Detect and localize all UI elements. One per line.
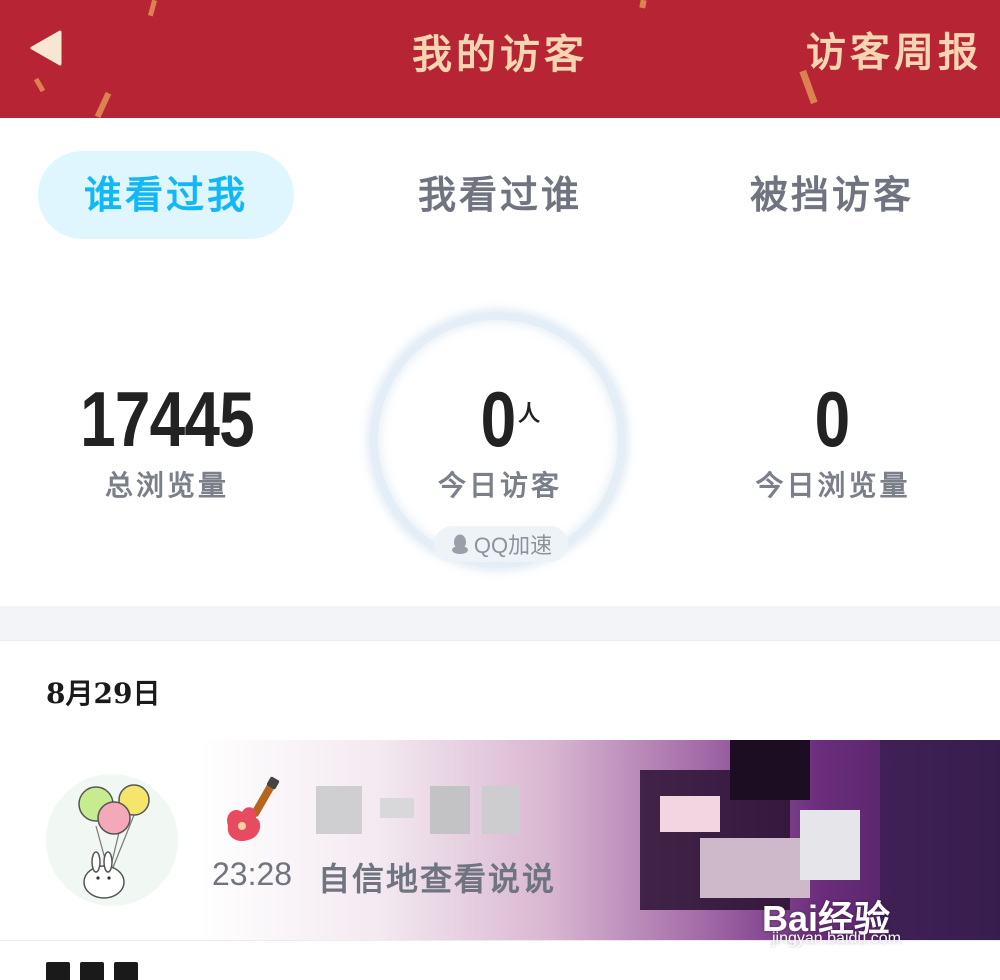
- app-header: 我的访客 访客周报: [0, 0, 1000, 118]
- weekly-report-button[interactable]: 访客周报: [806, 20, 982, 78]
- blurred-name-block: [430, 786, 470, 834]
- visit-time: 23:28: [212, 856, 293, 892]
- confetti-decoration: [148, 0, 157, 17]
- total-views-value: 17445: [80, 375, 255, 463]
- avatar[interactable]: [46, 774, 178, 906]
- tab-who-viewed-me[interactable]: 谁看过我: [38, 151, 294, 239]
- confetti-decoration: [639, 0, 647, 9]
- blurred-image-block: [700, 838, 810, 898]
- tab-who-i-viewed[interactable]: 我看过谁: [372, 151, 628, 239]
- confetti-decoration: [94, 91, 112, 118]
- visitor-list-item[interactable]: 23:28 自信地查看说说 Bai经验 jingyan.baidu.com: [0, 740, 1000, 947]
- blurred-name-block: [380, 798, 414, 818]
- qq-speed-badge[interactable]: QQ加速: [434, 526, 568, 562]
- qq-penguin-icon: [451, 534, 468, 554]
- blurred-name-block: [482, 786, 520, 834]
- qq-speed-label: QQ加速: [473, 533, 553, 558]
- blurred-image-block: [660, 796, 720, 832]
- blurred-name-block: [316, 786, 362, 834]
- today-views-value: 0: [814, 375, 851, 463]
- date-header: 8月29日: [46, 677, 161, 710]
- blurred-image-block: [880, 740, 1000, 940]
- row-divider: [0, 940, 1000, 941]
- section-divider: [0, 606, 1000, 641]
- stats-panel: 17445 总浏览量 0 人 今日访客 QQ加速 0 今日浏览量: [0, 268, 1000, 608]
- visitor-tabs: 谁看过我 我看过谁 被挡访客: [0, 118, 1000, 268]
- today-views-label: 今日浏览量: [755, 469, 911, 502]
- today-visitors-label: 今日访客: [437, 469, 562, 502]
- bunny-balloon-avatar-icon: [78, 784, 150, 899]
- baidu-watermark-url: jingyan.baidu.com: [772, 930, 901, 947]
- blurred-image-block: [730, 740, 810, 800]
- total-views-label: 总浏览量: [104, 469, 229, 502]
- today-visitors-unit: 人: [518, 401, 541, 427]
- tab-blocked-visitors[interactable]: 被挡访客: [704, 151, 960, 239]
- visit-action: 自信地查看说说: [318, 860, 557, 898]
- guitar-icon: [227, 776, 280, 842]
- next-date-header-partial: [46, 962, 186, 980]
- blurred-image-block: [800, 810, 860, 880]
